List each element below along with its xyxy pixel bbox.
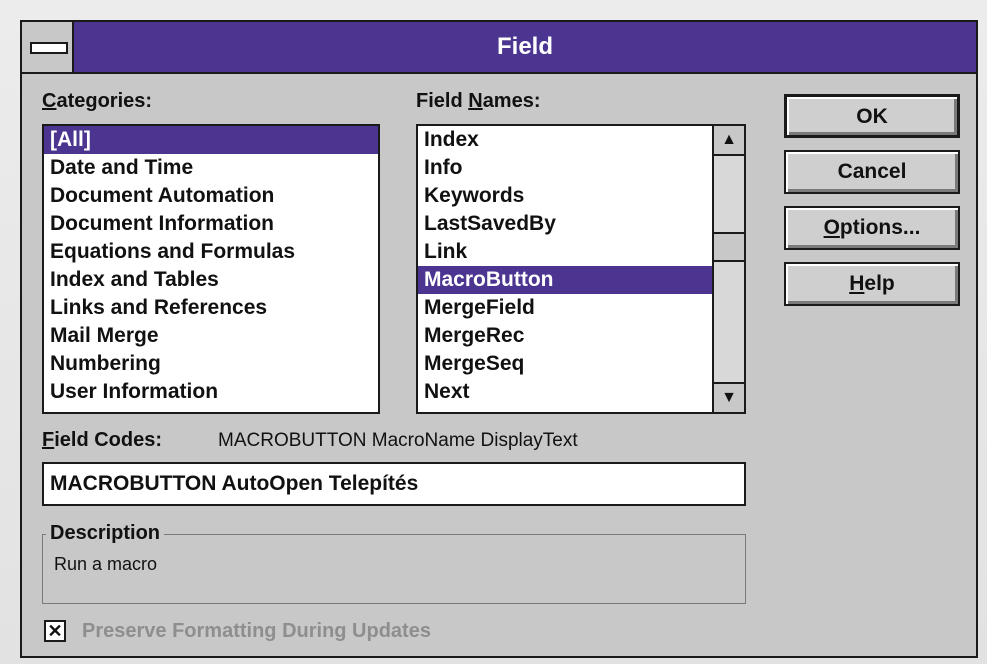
- field-name-item[interactable]: MergeField: [418, 294, 712, 322]
- field-name-item[interactable]: MacroButton: [418, 266, 712, 294]
- preserve-formatting-checkbox[interactable]: ✕: [44, 620, 66, 642]
- field-name-item[interactable]: Info: [418, 154, 712, 182]
- field-name-item[interactable]: MergeSeq: [418, 350, 712, 378]
- field-codes-input[interactable]: MACROBUTTON AutoOpen Telepítés: [42, 462, 746, 506]
- field-names-listbox[interactable]: Index Info Keywords LastSavedBy Link Mac…: [416, 124, 746, 414]
- field-codes-label: Field Codes:: [42, 429, 163, 451]
- category-item[interactable]: User Information: [44, 378, 378, 406]
- field-name-item[interactable]: Link: [418, 238, 712, 266]
- category-item[interactable]: [All]: [44, 126, 378, 154]
- category-item[interactable]: Date and Time: [44, 154, 378, 182]
- field-name-item[interactable]: MergeRec: [418, 322, 712, 350]
- field-names-label: Field Names:: [416, 90, 541, 112]
- options-button[interactable]: Options...: [784, 206, 960, 250]
- scroll-up-arrow-icon[interactable]: ▲: [714, 126, 744, 156]
- description-title: Description: [46, 522, 165, 545]
- category-item[interactable]: Document Information: [44, 210, 378, 238]
- title-bar: Field: [22, 22, 976, 74]
- category-item[interactable]: Document Automation: [44, 182, 378, 210]
- field-name-item[interactable]: LastSavedBy: [418, 210, 712, 238]
- system-menu-icon[interactable]: [22, 22, 74, 72]
- scrollbar-thumb[interactable]: [714, 232, 744, 262]
- ok-button[interactable]: OK: [784, 94, 960, 138]
- category-item[interactable]: Numbering: [44, 350, 378, 378]
- dialog-title: Field: [496, 33, 553, 60]
- field-codes-syntax: MACROBUTTON MacroName DisplayText: [218, 430, 578, 451]
- category-item[interactable]: Index and Tables: [44, 266, 378, 294]
- category-item[interactable]: Mail Merge: [44, 322, 378, 350]
- cancel-button[interactable]: Cancel: [784, 150, 960, 194]
- field-name-item[interactable]: Keywords: [418, 182, 712, 210]
- categories-listbox[interactable]: [All] Date and Time Document Automation …: [42, 124, 380, 414]
- field-names-scrollbar[interactable]: ▲ ▼: [712, 126, 744, 412]
- field-name-item[interactable]: Next: [418, 378, 712, 406]
- field-dialog: Field Categories: [All] Date and Time Do…: [20, 20, 978, 658]
- categories-label: Categories:: [42, 90, 153, 112]
- description-text: Run a macro: [54, 554, 158, 574]
- field-name-item[interactable]: Index: [418, 126, 712, 154]
- category-item[interactable]: Links and References: [44, 294, 378, 322]
- category-item[interactable]: Equations and Formulas: [44, 238, 378, 266]
- help-button[interactable]: Help: [784, 262, 960, 306]
- scroll-down-arrow-icon[interactable]: ▼: [714, 382, 744, 412]
- preserve-formatting-label: Preserve Formatting During Updates: [82, 620, 431, 642]
